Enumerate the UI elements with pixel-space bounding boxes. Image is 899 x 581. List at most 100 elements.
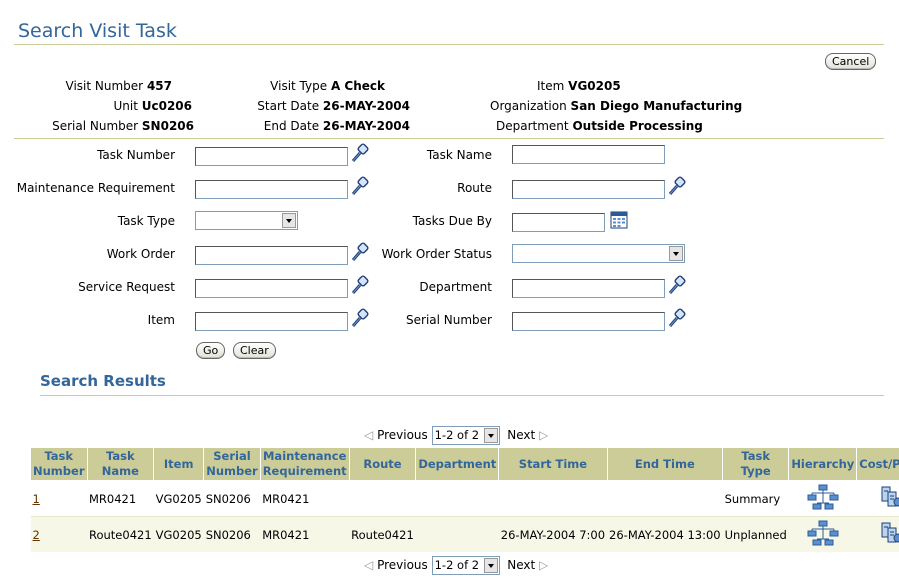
range-select[interactable]: 1-2 of 2 [431, 426, 500, 445]
work-order-status-label: Work Order Status [381, 247, 492, 261]
serial-number-field: Serial Number SN0206 [52, 119, 194, 133]
header-divider [14, 138, 884, 139]
col-route[interactable]: Route [348, 447, 417, 481]
cost-price-icon[interactable] [880, 521, 899, 545]
maintenance-requirement-search-icon[interactable] [350, 176, 372, 198]
cell-task-number[interactable]: 2 [30, 516, 87, 552]
go-button[interactable]: Go [196, 342, 226, 359]
tasks-due-by-input[interactable] [512, 213, 605, 232]
start-date-value: 26-MAY-2004 [322, 99, 410, 113]
chevron-down-icon[interactable] [483, 558, 498, 573]
col-start-time[interactable]: Start Time [498, 447, 608, 481]
next-arrow-icon: ▷ [539, 558, 549, 572]
cell-route: Route0421 [349, 516, 416, 552]
pagination-top: ◁ Previous 1-2 of 2 Next ▷ [364, 426, 548, 445]
work-order-status-select[interactable] [512, 244, 685, 263]
col-item[interactable]: Item [153, 447, 205, 481]
task-number-search-icon[interactable] [350, 143, 372, 165]
end-date-value: 26-MAY-2004 [322, 119, 410, 133]
col-serial-number[interactable]: Serial Number [203, 447, 261, 481]
chevron-down-icon[interactable] [282, 213, 296, 228]
range-value: 1-2 of 2 [434, 428, 480, 442]
col-end-time[interactable]: End Time [606, 447, 724, 481]
cell-item: VG0205 [153, 480, 204, 517]
next-link[interactable]: Next [507, 428, 535, 442]
col-cost-price: Cost/Price [856, 447, 899, 481]
chevron-down-icon[interactable] [483, 428, 498, 443]
cancel-button[interactable]: Cancel [825, 53, 877, 70]
col-task-number[interactable]: Task Number [30, 447, 88, 481]
work-order-label: Work Order [106, 247, 175, 261]
route-label: Route [457, 181, 492, 195]
item-value: VG0205 [568, 79, 621, 93]
range-value: 1-2 of 2 [434, 558, 480, 572]
department-input[interactable] [512, 279, 665, 298]
clear-button[interactable]: Clear [233, 342, 276, 359]
start-date-field: Start Date 26-MAY-2004 [257, 99, 410, 113]
department-search-icon[interactable] [667, 275, 689, 297]
task-number-label: Task Number [97, 148, 175, 162]
route-input[interactable] [512, 180, 665, 199]
serial-number-label: Serial Number [52, 119, 139, 133]
visit-type-field: Visit Type A Check [270, 79, 385, 93]
cell-department [415, 480, 499, 517]
cell-cost-price [856, 480, 899, 517]
col-task-name[interactable]: Task Name [86, 447, 155, 481]
task-type-select[interactable] [195, 211, 298, 230]
cell-hierarchy [788, 516, 857, 552]
visit-type-label: Visit Type [270, 79, 328, 93]
end-date-field: End Date 26-MAY-2004 [264, 119, 410, 133]
cost-price-icon[interactable] [880, 485, 899, 509]
item-search-icon[interactable] [350, 308, 372, 330]
item-field: Item VG0205 [537, 79, 621, 93]
service-request-input[interactable] [195, 279, 348, 298]
chevron-down-icon[interactable] [669, 246, 683, 261]
cell-task-name: Route0421 [87, 516, 154, 552]
next-arrow-icon: ▷ [539, 428, 549, 442]
title-divider [14, 44, 884, 45]
serial-number-search-label: Serial Number [406, 313, 492, 327]
calendar-icon[interactable] [610, 209, 628, 229]
serial-number-search-icon[interactable] [667, 308, 689, 330]
item-input[interactable] [195, 312, 348, 331]
table-row: 1 MR0421 VG0205 SN0206 MR0421 Summary [30, 480, 899, 517]
work-order-search-icon[interactable] [350, 242, 372, 264]
next-link[interactable]: Next [507, 558, 535, 572]
results-table: Task Number Task Name Item Serial Number… [30, 447, 899, 552]
hierarchy-icon[interactable] [807, 484, 839, 510]
task-number-link[interactable]: 2 [33, 528, 40, 542]
previous-link[interactable]: Previous [377, 558, 428, 572]
cell-task-type: Summary [722, 480, 789, 517]
col-department[interactable]: Department [415, 447, 500, 481]
department-label: Department [496, 119, 569, 133]
organization-field: Organization San Diego Manufacturing [490, 99, 742, 113]
serial-number-value: SN0206 [141, 119, 194, 133]
cell-department [415, 516, 499, 552]
previous-link[interactable]: Previous [377, 428, 428, 442]
visit-number-label: Visit Number [65, 79, 144, 93]
serial-number-input[interactable] [512, 312, 665, 331]
col-maintenance-requirement[interactable]: Maintenance Requirement [259, 447, 350, 481]
department-search-label: Department [419, 280, 492, 294]
cell-start-time [498, 480, 608, 517]
department-value: Outside Processing [572, 119, 703, 133]
task-number-link[interactable]: 1 [33, 492, 40, 506]
cell-task-number[interactable]: 1 [30, 480, 87, 517]
service-request-label: Service Request [78, 280, 175, 294]
visit-type-value: A Check [330, 79, 385, 93]
route-search-icon[interactable] [667, 176, 689, 198]
cell-start-time: 26-MAY-2004 7:00 [498, 516, 608, 552]
maintenance-requirement-input[interactable] [195, 180, 348, 199]
work-order-input[interactable] [195, 246, 348, 265]
task-number-input[interactable] [195, 147, 348, 166]
range-select[interactable]: 1-2 of 2 [431, 556, 500, 575]
col-task-type[interactable]: Task Type [722, 447, 790, 481]
service-request-search-icon[interactable] [350, 275, 372, 297]
search-results-title: Search Results [40, 372, 166, 390]
results-divider [40, 395, 884, 396]
task-name-input[interactable] [512, 145, 665, 164]
hierarchy-icon[interactable] [807, 520, 839, 546]
table-header-row: Task Number Task Name Item Serial Number… [30, 447, 899, 481]
unit-value: Uc0206 [141, 99, 192, 113]
cell-item: VG0205 [153, 516, 204, 552]
